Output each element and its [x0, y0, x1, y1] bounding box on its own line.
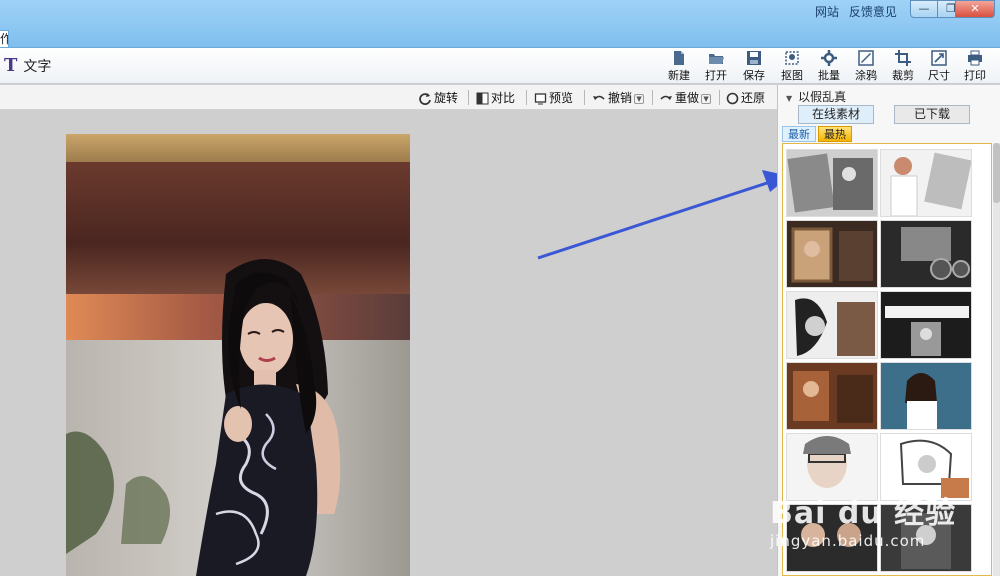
rotate-button[interactable]: 旋转 — [418, 89, 458, 106]
batch-label: 批量 — [818, 69, 840, 82]
thumbnail-image — [881, 221, 971, 287]
compare-label: 对比 — [491, 91, 516, 105]
compare-icon — [476, 92, 489, 105]
text-tool-button[interactable]: T 文字 — [4, 55, 51, 76]
rotate-icon — [419, 92, 431, 105]
preview-label: 预览 — [549, 91, 574, 105]
undo-dropdown-icon[interactable]: ▼ — [634, 93, 645, 104]
feedback-link[interactable]: 反馈意见 — [849, 5, 897, 19]
cutout-button[interactable]: 抠图 — [775, 50, 809, 83]
title-bar: 网站 反馈意见 — ❐ ✕ 作 — [0, 0, 1000, 48]
tab-downloaded[interactable]: 已下载 — [894, 105, 970, 124]
watermark-url: jingyan.baidu.com — [770, 532, 926, 550]
template-thumbnail[interactable] — [880, 362, 972, 430]
doodle-label: 涂鸦 — [855, 69, 877, 82]
open-folder-icon — [709, 54, 724, 64]
resize-label: 尺寸 — [928, 69, 950, 82]
thumbnail-scrollbar[interactable] — [993, 143, 1000, 576]
undo-button[interactable]: 撤销 ▼ — [592, 89, 645, 106]
thumbnail-image — [787, 221, 877, 287]
thumbnail-image — [787, 292, 877, 358]
template-thumbnail[interactable] — [786, 291, 878, 359]
divider — [584, 90, 585, 105]
thumbnail-image — [881, 292, 971, 358]
printer-icon — [968, 50, 982, 66]
redo-icon — [660, 95, 672, 100]
divider — [526, 90, 527, 105]
restore-label: 还原 — [741, 91, 766, 105]
top-links: 网站 反馈意见 — [815, 3, 903, 20]
save-label: 保存 — [743, 69, 765, 82]
tab-online-materials[interactable]: 在线素材 — [798, 105, 874, 124]
canvas-area[interactable] — [0, 110, 777, 576]
preview-button[interactable]: 预览 — [534, 89, 573, 106]
restore-button[interactable]: 还原 — [726, 89, 765, 106]
doodle-button[interactable]: 涂鸦 — [849, 50, 883, 83]
divider — [719, 90, 720, 105]
baidu-watermark: Bai du 经验 jingyan.baidu.com — [770, 488, 990, 558]
panel-title-label: 以假乱真 — [798, 90, 847, 104]
text-tool-label: 文字 — [23, 59, 52, 75]
template-thumbnail[interactable] — [880, 149, 972, 217]
save-button[interactable]: 保存 — [737, 50, 771, 83]
resize-button[interactable]: 尺寸 — [922, 50, 956, 83]
new-button[interactable]: 新建 — [662, 50, 696, 83]
annotation-arrow — [537, 170, 777, 260]
menu-tab-partial[interactable]: 作 — [0, 30, 9, 48]
new-label: 新建 — [668, 69, 690, 82]
restore-icon — [726, 92, 739, 105]
resize-icon — [931, 50, 947, 66]
template-thumbnail[interactable] — [786, 362, 878, 430]
thumbnail-image — [881, 363, 971, 429]
crop-label: 裁剪 — [892, 69, 914, 82]
template-thumbnail[interactable] — [880, 220, 972, 288]
open-label: 打开 — [705, 69, 727, 82]
divider — [468, 90, 469, 105]
divider — [652, 90, 653, 105]
thumbnail-image — [787, 150, 877, 216]
compare-button[interactable]: 对比 — [476, 89, 515, 106]
watermark-main: Bai du 经验 — [770, 496, 957, 531]
new-file-icon — [674, 51, 684, 65]
main-toolbar: T 文字 新建 打开 保存 抠图 批量 涂鸦 裁剪 尺寸 打印 — [0, 48, 1000, 84]
canvas-toolbar: 旋转 对比 预览 撤销 ▼ 重做 ▼ 还原 — [0, 85, 777, 110]
thumbnail-image — [881, 150, 971, 216]
batch-button[interactable]: 批量 — [812, 50, 846, 83]
redo-label: 重做 — [675, 91, 700, 105]
collapse-triangle-icon[interactable]: ▼ — [786, 94, 792, 103]
redo-button[interactable]: 重做 ▼ — [659, 89, 712, 106]
text-t-icon: T — [4, 55, 18, 76]
thumbnail-image — [787, 363, 877, 429]
template-thumbnail[interactable] — [786, 220, 878, 288]
close-button[interactable]: ✕ — [955, 0, 995, 18]
subtab-hottest[interactable]: 最热 — [818, 126, 852, 142]
panel-title[interactable]: ▼ 以假乱真 — [786, 88, 846, 105]
website-link[interactable]: 网站 — [815, 5, 839, 19]
open-button[interactable]: 打开 — [699, 50, 733, 83]
redo-dropdown-icon[interactable]: ▼ — [701, 93, 712, 104]
scrollbar-thumb[interactable] — [993, 143, 1000, 203]
crop-button[interactable]: 裁剪 — [886, 50, 920, 83]
doodle-icon — [858, 50, 874, 66]
undo-label: 撤销 — [608, 91, 633, 105]
print-label: 打印 — [964, 69, 986, 82]
batch-icon — [821, 50, 837, 66]
crop-icon — [895, 50, 911, 66]
rotate-label: 旋转 — [434, 91, 459, 105]
preview-icon — [534, 93, 547, 105]
template-thumbnail[interactable] — [786, 149, 878, 217]
cutout-label: 抠图 — [781, 69, 803, 82]
subtab-newest[interactable]: 最新 — [782, 126, 816, 142]
template-thumbnail[interactable] — [880, 291, 972, 359]
save-disk-icon — [747, 51, 761, 65]
cutout-icon — [785, 51, 799, 65]
minimize-button[interactable]: — — [910, 0, 938, 18]
print-button[interactable]: 打印 — [958, 50, 992, 83]
undo-icon — [593, 95, 605, 100]
